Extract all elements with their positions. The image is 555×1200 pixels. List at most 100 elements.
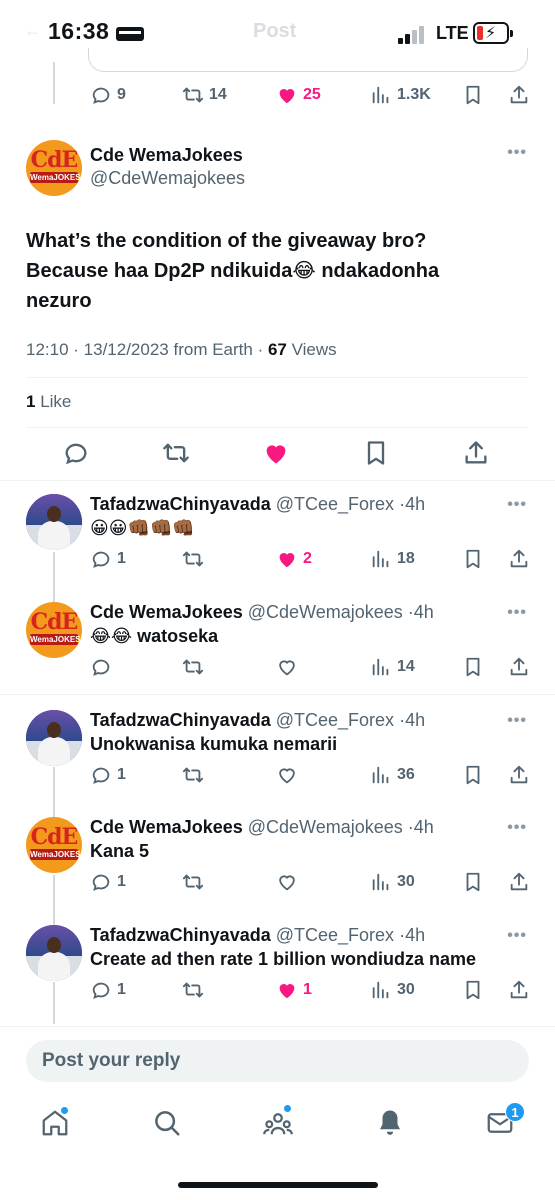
avatar[interactable] bbox=[26, 494, 82, 550]
share-button[interactable] bbox=[508, 867, 530, 897]
share-button[interactable] bbox=[508, 975, 530, 1005]
reply-button[interactable] bbox=[90, 652, 117, 682]
views-button[interactable]: 36 bbox=[370, 760, 415, 790]
quoted-post-card[interactable] bbox=[88, 48, 528, 72]
more-options-icon[interactable]: ••• bbox=[507, 604, 527, 622]
thread-line bbox=[53, 62, 55, 104]
avatar[interactable] bbox=[26, 710, 82, 766]
share-icon bbox=[508, 979, 530, 1001]
bookmark-button[interactable] bbox=[462, 760, 484, 790]
bookmark-button[interactable] bbox=[462, 652, 484, 682]
share-button[interactable] bbox=[508, 760, 530, 790]
author-handle[interactable]: @CdeWemajokees bbox=[248, 602, 403, 622]
author-name[interactable]: Cde WemaJokees bbox=[90, 602, 243, 622]
bookmark-button[interactable] bbox=[462, 80, 484, 110]
repost-button[interactable] bbox=[182, 867, 209, 897]
views-button[interactable]: 1.3K bbox=[370, 80, 431, 110]
author-name[interactable]: TafadzwaChinyavada bbox=[90, 710, 271, 730]
author-handle[interactable]: @TCee_Forex bbox=[276, 925, 394, 945]
author-name[interactable]: Cde WemaJokees bbox=[90, 817, 243, 837]
like-button[interactable] bbox=[276, 652, 303, 682]
like-button[interactable]: 25 bbox=[276, 80, 321, 110]
home-notification-dot bbox=[60, 1106, 69, 1115]
tab-messages[interactable]: 1 bbox=[485, 1102, 525, 1140]
like-button[interactable]: 1 bbox=[276, 975, 312, 1005]
views-button[interactable]: 14 bbox=[370, 652, 415, 682]
share-button[interactable] bbox=[462, 438, 490, 468]
heart-filled-icon bbox=[266, 445, 286, 464]
tab-notifications[interactable] bbox=[375, 1108, 407, 1140]
reply-text: 😂😂 watoseka bbox=[90, 626, 219, 646]
reply-button[interactable]: 1 bbox=[90, 544, 126, 574]
repost-button[interactable] bbox=[182, 652, 209, 682]
like-button[interactable] bbox=[262, 438, 290, 468]
more-options-icon[interactable]: ••• bbox=[507, 927, 527, 945]
bookmark-button[interactable] bbox=[462, 544, 484, 574]
views-button[interactable]: 30 bbox=[370, 867, 415, 897]
likes-summary[interactable]: 1 Like bbox=[26, 392, 71, 412]
author-handle[interactable]: @TCee_Forex bbox=[276, 710, 394, 730]
like-count: 25 bbox=[303, 86, 321, 103]
reply-count: 9 bbox=[117, 86, 126, 103]
reply-button[interactable]: 1 bbox=[90, 760, 126, 790]
share-button[interactable] bbox=[508, 80, 530, 110]
reply-button[interactable]: 1 bbox=[90, 975, 126, 1005]
repost-button[interactable] bbox=[182, 544, 209, 574]
views-icon bbox=[370, 548, 392, 570]
repost-button[interactable]: 14 bbox=[182, 80, 227, 110]
author-handle[interactable]: @TCee_Forex bbox=[276, 494, 394, 514]
bookmark-button[interactable] bbox=[362, 438, 390, 468]
bookmark-button[interactable] bbox=[462, 975, 484, 1005]
more-options-icon[interactable]: ••• bbox=[507, 496, 527, 514]
repost-button[interactable] bbox=[162, 438, 190, 468]
reply-button[interactable]: 1 bbox=[90, 867, 126, 897]
author-name[interactable]: Cde WemaJokees bbox=[90, 145, 243, 166]
more-options-icon[interactable]: ••• bbox=[507, 819, 527, 837]
post-time: 12:10 bbox=[26, 340, 69, 359]
views-button[interactable]: 18 bbox=[370, 544, 415, 574]
author-handle[interactable]: @CdeWemajokees bbox=[248, 817, 403, 837]
avatar[interactable]: CdE WemaJOKES bbox=[26, 140, 82, 196]
like-button[interactable]: 2 bbox=[276, 544, 312, 574]
like-button[interactable] bbox=[276, 760, 303, 790]
avatar[interactable]: CdE WemaJOKES bbox=[26, 602, 82, 658]
post-text-line: Because haa Dp2P ndikuida😂 ndakadonha bbox=[26, 260, 440, 282]
author-handle[interactable]: @CdeWemajokees bbox=[90, 168, 245, 189]
bookmark-icon bbox=[466, 85, 480, 105]
repost-button[interactable] bbox=[182, 975, 209, 1005]
reply-icon bbox=[92, 87, 110, 104]
like-button[interactable] bbox=[276, 867, 303, 897]
more-options-icon[interactable]: ••• bbox=[507, 144, 527, 162]
tab-home[interactable] bbox=[40, 1106, 72, 1140]
reply-input[interactable]: Post your reply bbox=[26, 1040, 529, 1082]
reply-header: Cde WemaJokees @CdeWemajokees ·4h bbox=[90, 602, 434, 622]
divider bbox=[0, 480, 555, 481]
tab-communities[interactable] bbox=[263, 1104, 295, 1140]
repost-button[interactable] bbox=[182, 760, 209, 790]
views-icon bbox=[370, 764, 392, 786]
views-button[interactable]: 30 bbox=[370, 975, 415, 1005]
page-title: Post bbox=[253, 20, 297, 42]
bookmark-button[interactable] bbox=[462, 867, 484, 897]
share-icon bbox=[465, 441, 487, 464]
thread-line bbox=[53, 875, 55, 925]
views-count: 1.3K bbox=[397, 86, 431, 103]
author-name[interactable]: TafadzwaChinyavada bbox=[90, 494, 271, 514]
share-button[interactable] bbox=[508, 544, 530, 574]
repost-icon bbox=[182, 548, 204, 570]
reply-button[interactable]: 9 bbox=[90, 80, 126, 110]
author-name[interactable]: TafadzwaChinyavada bbox=[90, 925, 271, 945]
more-options-icon[interactable]: ••• bbox=[507, 712, 527, 730]
reply-header: Cde WemaJokees @CdeWemajokees ·4h bbox=[90, 817, 434, 837]
avatar[interactable]: CdE WemaJOKES bbox=[26, 817, 82, 873]
tab-search[interactable] bbox=[152, 1108, 184, 1140]
views-count: 14 bbox=[397, 658, 415, 675]
reply-icon bbox=[65, 443, 87, 465]
post-age: 4h bbox=[405, 494, 426, 514]
reply-count: 1 bbox=[117, 981, 126, 998]
views-icon bbox=[370, 979, 392, 1001]
share-button[interactable] bbox=[508, 652, 530, 682]
avatar[interactable] bbox=[26, 925, 82, 981]
back-arrow-icon[interactable]: ← bbox=[24, 20, 42, 41]
reply-button[interactable] bbox=[62, 438, 90, 468]
